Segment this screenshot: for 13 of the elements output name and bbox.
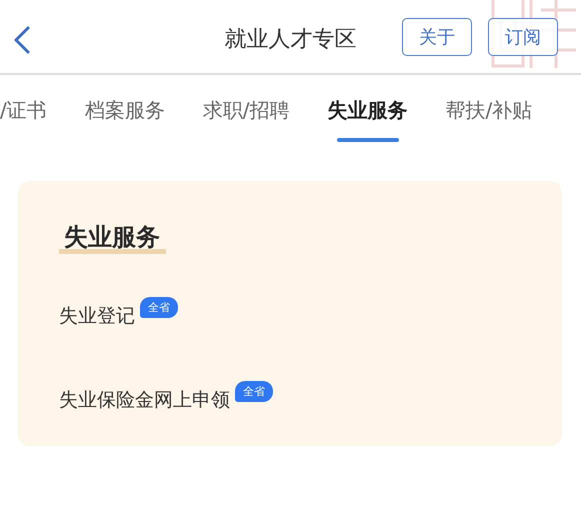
page-title: 就业人才专区 bbox=[224, 27, 356, 52]
region-badge: 全省 bbox=[140, 297, 178, 318]
tab-indicator bbox=[336, 138, 398, 142]
header-button[interactable]: 订阅 bbox=[488, 18, 558, 56]
tab[interactable]: /证书 bbox=[0, 75, 47, 146]
tab[interactable]: 失业服务 bbox=[328, 75, 408, 146]
tab[interactable]: 帮扶/补贴 bbox=[446, 75, 532, 146]
service-link[interactable]: 失业登记 bbox=[59, 303, 135, 329]
service-link[interactable]: 失业保险金网上申领 bbox=[59, 387, 230, 413]
tab[interactable]: 求职/招聘 bbox=[202, 75, 290, 146]
region-badge: 全省 bbox=[235, 381, 273, 402]
header-button[interactable]: 关于 bbox=[402, 18, 472, 56]
tab[interactable]: 档案服务 bbox=[84, 75, 165, 146]
